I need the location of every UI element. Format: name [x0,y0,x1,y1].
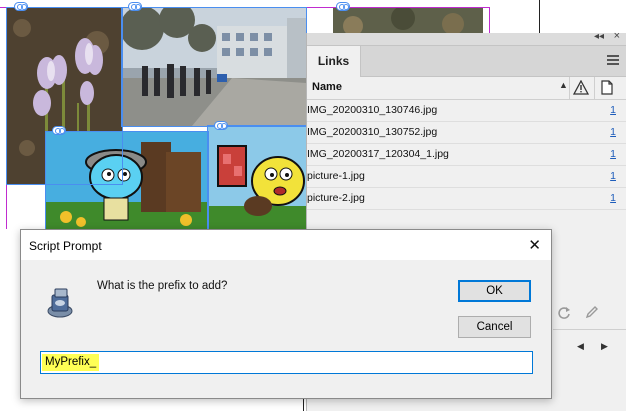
links-list: IMG_20200310_130746.jpg 1 IMG_20200310_1… [307,100,626,210]
prompt-message: What is the prefix to add? [97,280,228,292]
panel-tab-strip: Links [307,46,626,77]
link-badge-icon[interactable] [128,2,142,11]
link-row[interactable]: picture-2.jpg 1 [307,188,626,210]
warning-status-icon[interactable] [573,80,589,96]
link-row[interactable]: IMG_20200317_120304_1.jpg 1 [307,144,626,166]
panel-menu-icon[interactable] [607,55,619,65]
relink-icon[interactable] [557,305,571,319]
collapse-panel-icon[interactable]: ◂◂ [594,31,604,42]
page-margin-right [489,7,490,33]
link-badge-icon[interactable] [336,2,350,11]
prefix-input[interactable]: MyPrefix_ [40,351,533,374]
link-badge-icon[interactable] [52,126,66,135]
script-prompt-dialog: Script Prompt ✕ What is the prefix to ad… [20,229,552,399]
link-page-number[interactable]: 1 [610,126,616,138]
panel-title-bar[interactable]: ◂◂ × [307,30,626,46]
link-file-name: IMG_20200310_130746.jpg [307,104,438,116]
sort-ascending-icon[interactable]: ▲ [559,80,568,90]
partial-photo [333,8,483,33]
edit-original-icon[interactable] [585,305,599,319]
image-frame-partial[interactable] [333,8,483,33]
link-file-name: picture-2.jpg [307,192,365,204]
script-icon [47,288,73,318]
tab-links[interactable]: Links [307,46,361,77]
close-icon[interactable]: ✕ [528,236,541,254]
cancel-button[interactable]: Cancel [458,316,531,338]
link-file-name: IMG_20200317_120304_1.jpg [307,148,449,160]
page-edge-line [539,0,540,33]
next-link-icon[interactable]: ▶ [601,341,608,352]
ok-button[interactable]: OK [458,280,531,302]
link-page-number[interactable]: 1 [610,148,616,160]
link-file-name: IMG_20200310_130752.jpg [307,126,438,138]
link-row[interactable]: IMG_20200310_130746.jpg 1 [307,100,626,122]
column-divider [594,77,595,99]
close-panel-icon[interactable]: × [614,30,620,42]
links-column-header: Name ▲ [307,77,626,100]
link-badge-icon[interactable] [14,2,28,11]
panel-divider [553,329,626,330]
column-name-header[interactable]: Name [312,81,342,93]
column-divider [569,77,570,99]
dialog-title-bar[interactable]: Script Prompt ✕ [21,230,551,260]
selection-frame [207,125,307,232]
link-page-number[interactable]: 1 [610,192,616,204]
page-column-icon[interactable] [601,80,613,95]
prefix-input-value: MyPrefix_ [42,354,100,371]
link-badge-icon[interactable] [214,121,228,130]
page-edge-line [303,399,304,411]
link-row[interactable]: picture-1.jpg 1 [307,166,626,188]
link-page-number[interactable]: 1 [610,170,616,182]
selection-frame [45,131,209,232]
link-file-name: picture-1.jpg [307,170,365,182]
selection-frame [121,7,307,127]
previous-link-icon[interactable]: ◀ [577,341,584,352]
dialog-title: Script Prompt [29,239,102,253]
link-row[interactable]: IMG_20200310_130752.jpg 1 [307,122,626,144]
link-page-number[interactable]: 1 [610,104,616,116]
